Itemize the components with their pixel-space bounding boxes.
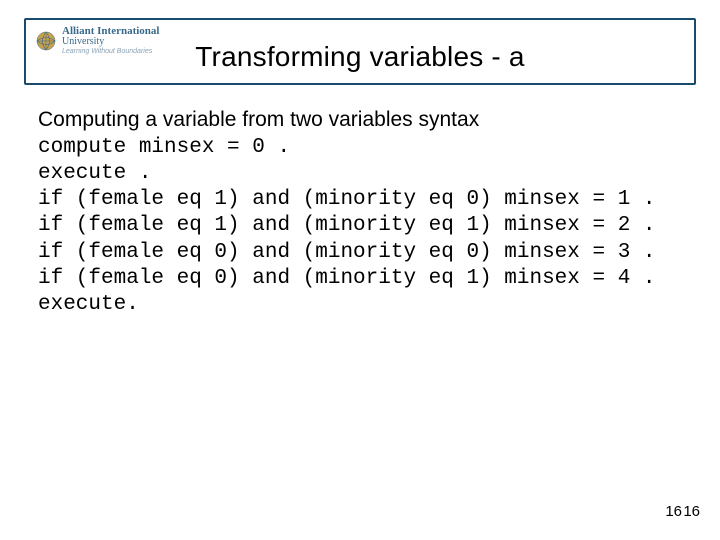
page-number: 16 xyxy=(665,503,682,520)
code-line: if (female eq 1) and (minority eq 1) min… xyxy=(38,213,682,239)
brand-text: Alliant International University Learnin… xyxy=(62,26,159,55)
brand-tagline: Learning Without Boundaries xyxy=(62,48,159,55)
code-line: compute minsex = 0 . xyxy=(38,135,682,161)
code-line: if (female eq 1) and (minority eq 0) min… xyxy=(38,187,682,213)
globe-icon xyxy=(36,31,56,51)
page-number: 16 xyxy=(683,503,700,520)
slide-body: Computing a variable from two variables … xyxy=(24,103,696,322)
code-line: if (female eq 0) and (minority eq 1) min… xyxy=(38,266,682,292)
code-line: if (female eq 0) and (minority eq 0) min… xyxy=(38,240,682,266)
slide: Alliant International University Learnin… xyxy=(0,0,720,540)
code-line: execute . xyxy=(38,161,682,187)
header-box: Alliant International University Learnin… xyxy=(24,18,696,85)
body-heading: Computing a variable from two variables … xyxy=(38,107,682,133)
code-line: execute. xyxy=(38,292,682,318)
brand-name-bottom: University xyxy=(62,37,159,47)
